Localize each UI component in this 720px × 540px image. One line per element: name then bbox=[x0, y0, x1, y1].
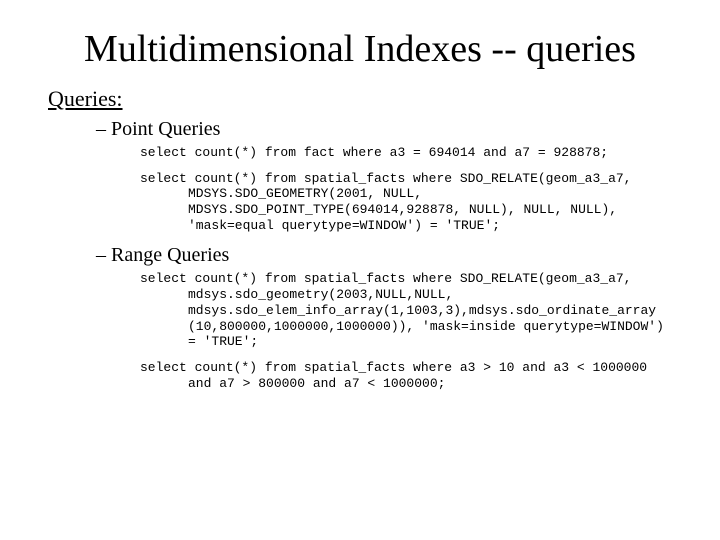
page-title: Multidimensional Indexes -- queries bbox=[48, 28, 672, 72]
code-block: select count(*) from fact where a3 = 694… bbox=[140, 145, 672, 161]
code-block: select count(*) from spatial_facts where… bbox=[140, 271, 672, 350]
code-block: select count(*) from spatial_facts where… bbox=[140, 171, 672, 234]
slide: Multidimensional Indexes -- queries Quer… bbox=[0, 0, 720, 540]
code-block: select count(*) from spatial_facts where… bbox=[140, 360, 672, 392]
group-heading-point: Point Queries bbox=[96, 118, 672, 141]
group-heading-range: Range Queries bbox=[96, 244, 672, 267]
section-heading: Queries: bbox=[48, 86, 672, 112]
